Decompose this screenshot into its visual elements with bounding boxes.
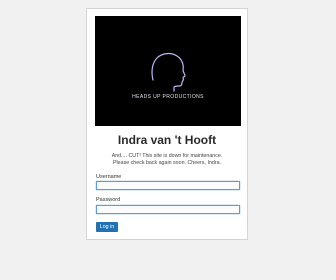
brand-text: HEADS UP PRODUCTIONS [132,94,204,100]
username-field[interactable] [96,181,240,190]
maintenance-card: HEADS UP PRODUCTIONS Indra van 't Hooft … [86,8,248,240]
message-line: Please check back again soon. Cheers, In… [112,159,222,166]
password-field[interactable] [96,205,240,214]
page-title: Indra van 't Hooft [117,133,217,147]
login-button[interactable]: Log in [96,222,118,232]
password-label: Password [96,197,121,203]
username-label: Username [96,174,122,180]
head-silhouette-icon [125,52,213,92]
message-line: And.... CUT! This site is down for maint… [111,153,223,159]
banner-image: HEADS UP PRODUCTIONS [95,16,241,126]
maintenance-message: And.... CUT! This site is down for maint… [91,153,243,166]
